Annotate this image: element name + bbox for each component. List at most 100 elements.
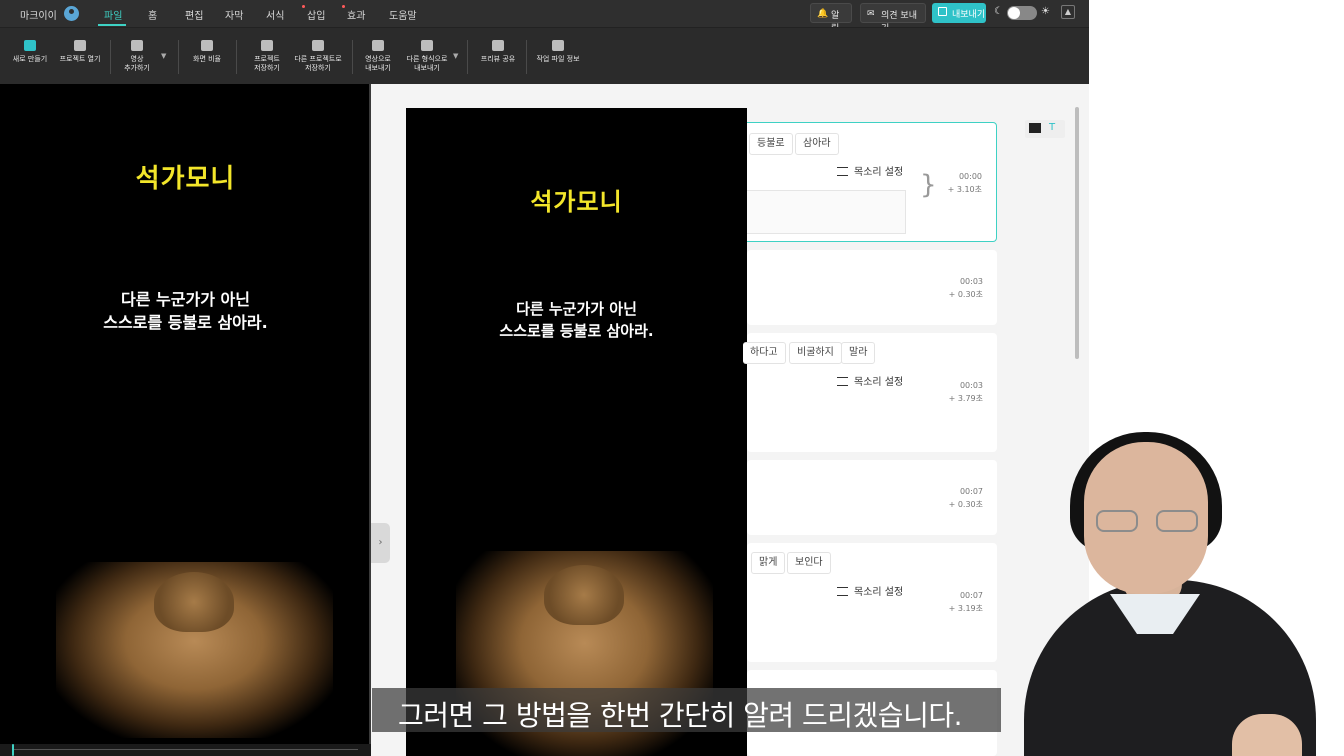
script-textbox[interactable] — [747, 190, 906, 234]
view-mode-switch[interactable]: T — [1025, 120, 1065, 138]
presenter-hand — [1232, 714, 1302, 756]
chevron-down-icon[interactable]: ▼ — [453, 52, 458, 60]
export-button[interactable]: 내보내기 — [932, 3, 986, 23]
video-subtitle: 그러면 그 방법을 한번 간단히 알려 드리겠습니다. — [397, 699, 963, 732]
theme-toggle[interactable] — [1007, 6, 1037, 20]
open-project-button[interactable]: 프로젝트 열기 — [57, 40, 103, 64]
new-dot-icon — [302, 5, 305, 8]
glasses-lens — [1156, 510, 1198, 532]
time-duration: + 3.79초 — [948, 394, 983, 403]
overlay-quote-line-1: 다른 누군가가 아닌 — [516, 300, 637, 318]
word-chip[interactable]: 말라 — [841, 342, 876, 364]
buddha-image — [56, 562, 333, 738]
time-info: 00:03 + 0.30초 — [949, 275, 983, 301]
export-video-label-2: 내보내기 — [365, 64, 391, 72]
share-review-button[interactable]: 프리뷰 공유 — [478, 40, 518, 64]
word-chip[interactable]: 삼아라 — [795, 133, 839, 155]
screen-ratio-label: 화면 비율 — [193, 55, 221, 63]
video-preview[interactable]: 석가모니 다른 누군가가 아닌 스스로를 등불로 삼아라. — [0, 84, 371, 756]
word-chip[interactable]: 하다고 — [743, 342, 786, 364]
text-view-icon[interactable]: T — [1049, 122, 1055, 133]
add-video-label-1: 영상 — [130, 55, 144, 63]
scene-card-4[interactable]: 00:07 + 0.30초 — [747, 460, 997, 535]
add-video-button[interactable]: 영상 추가하기 — [120, 40, 154, 73]
info-icon — [552, 40, 564, 51]
screen-ratio-button[interactable]: 화면 비율 — [190, 40, 224, 64]
format-export-icon — [421, 40, 433, 51]
editor-scrollbar[interactable] — [1075, 107, 1079, 359]
export-video-button[interactable]: 영상으로 내보내기 — [362, 40, 394, 73]
toolbar-divider — [526, 40, 527, 74]
menu-effects[interactable]: 효과 — [342, 5, 366, 22]
scene-card-5[interactable]: 맑게 보인다 목소리 설정 00:07 + 3.19초 — [747, 543, 997, 662]
menu-effects-label: 효과 — [347, 11, 366, 22]
toolbar-divider — [236, 40, 237, 74]
mail-icon: ✉ — [867, 9, 875, 19]
voice-settings-label: 목소리 설정 — [854, 377, 904, 388]
scene-card-1[interactable]: 등불로 삼아라 목소리 설정 00:00 + 3.10초 — [747, 122, 997, 242]
menu-help[interactable]: 도움말 — [389, 7, 417, 22]
new-project-button[interactable]: 새로 만들기 — [10, 40, 50, 64]
notify-button[interactable]: 🔔알림 — [810, 3, 852, 34]
menu-edit[interactable]: 편집 — [185, 7, 203, 22]
folder-icon — [74, 40, 86, 51]
voice-settings-button[interactable]: 목소리 설정 — [837, 373, 903, 388]
share-review-label: 프리뷰 공유 — [480, 55, 516, 63]
word-chip[interactable]: 보인다 — [787, 552, 831, 574]
user-name[interactable]: 마크이이 — [20, 7, 57, 22]
save-as-label-1: 다른 프로젝트로 — [294, 55, 342, 63]
voice-settings-button[interactable]: 목소리 설정 — [837, 163, 903, 178]
open-label: 프로젝트 열기 — [59, 55, 101, 63]
add-video-icon — [131, 40, 143, 51]
export-label: 내보내기 — [952, 10, 986, 20]
bell-icon: 🔔 — [817, 9, 829, 19]
overlay-buddha-head — [544, 565, 624, 625]
word-chip[interactable]: 등불로 — [749, 133, 793, 155]
scene-preview-overlay: 석가모니 다른 누군가가 아닌 스스로를 등불로 삼아라. — [406, 108, 747, 756]
feedback-button[interactable]: ✉의견 보내기 — [860, 3, 926, 34]
word-chip[interactable]: 맑게 — [751, 552, 786, 574]
link-bracket-icon: } — [920, 170, 937, 200]
scene-card-3[interactable]: 하다고 비굴하지 말라 목소리 설정 00:03 + 3.79초 — [743, 333, 997, 452]
time-duration: + 0.30초 — [948, 500, 983, 509]
toolbar-divider — [352, 40, 353, 74]
save-as-icon — [312, 40, 324, 51]
menu-file[interactable]: 파일 — [104, 7, 122, 22]
expand-panel-handle[interactable]: › — [371, 523, 390, 563]
playback-scrubber[interactable] — [0, 744, 371, 756]
menu-home[interactable]: 홈 — [148, 7, 157, 22]
menu-insert[interactable]: 삽입 — [302, 5, 325, 22]
moon-icon: ☾ — [994, 6, 1003, 17]
scrubber-track — [12, 749, 358, 750]
time-duration: + 3.19초 — [948, 604, 983, 613]
word-chip[interactable]: 비굴하지 — [789, 342, 842, 364]
save-project-button[interactable]: 프로젝트 저장하기 — [250, 40, 284, 73]
export-other-label-1: 다른 형식으로 — [406, 55, 448, 63]
toolbar-divider — [110, 40, 111, 74]
chevron-down-icon[interactable]: ▼ — [161, 52, 166, 60]
scene-card-2[interactable]: 00:03 + 0.30초 — [747, 250, 997, 325]
menu-subtitle[interactable]: 자막 — [225, 7, 243, 22]
voice-settings-label: 목소리 설정 — [854, 167, 904, 178]
time-info: 00:07 + 3.19초 — [949, 589, 983, 615]
user-avatar-icon[interactable] — [64, 6, 79, 21]
download-icon — [261, 40, 273, 51]
save-as-button[interactable]: 다른 프로젝트로 저장하기 — [292, 40, 344, 73]
toolbar-divider — [467, 40, 468, 74]
overlay-quote-line-2: 스스로를 등불로 삼아라. — [499, 322, 654, 340]
thumbnail-view-icon[interactable] — [1029, 123, 1041, 133]
playhead[interactable] — [12, 744, 14, 756]
file-info-button[interactable]: 작업 파일 정보 — [535, 40, 581, 64]
time-duration: + 0.30초 — [948, 290, 983, 299]
export-other-button[interactable]: 다른 형식으로 내보내기 — [404, 40, 450, 73]
time-start: 00:03 — [959, 381, 983, 390]
menu-format[interactable]: 서식 — [266, 7, 284, 22]
toolbar-divider — [178, 40, 179, 74]
voice-settings-button[interactable]: 목소리 설정 — [837, 583, 903, 598]
collapse-icon[interactable]: ▲ — [1061, 5, 1075, 19]
overlay-quote: 다른 누군가가 아닌 스스로를 등불로 삼아라. — [406, 298, 747, 342]
time-info: 00:03 + 3.79초 — [949, 379, 983, 405]
new-dot-icon — [342, 5, 345, 8]
sliders-icon — [837, 167, 848, 176]
glasses-icon — [1096, 510, 1204, 534]
